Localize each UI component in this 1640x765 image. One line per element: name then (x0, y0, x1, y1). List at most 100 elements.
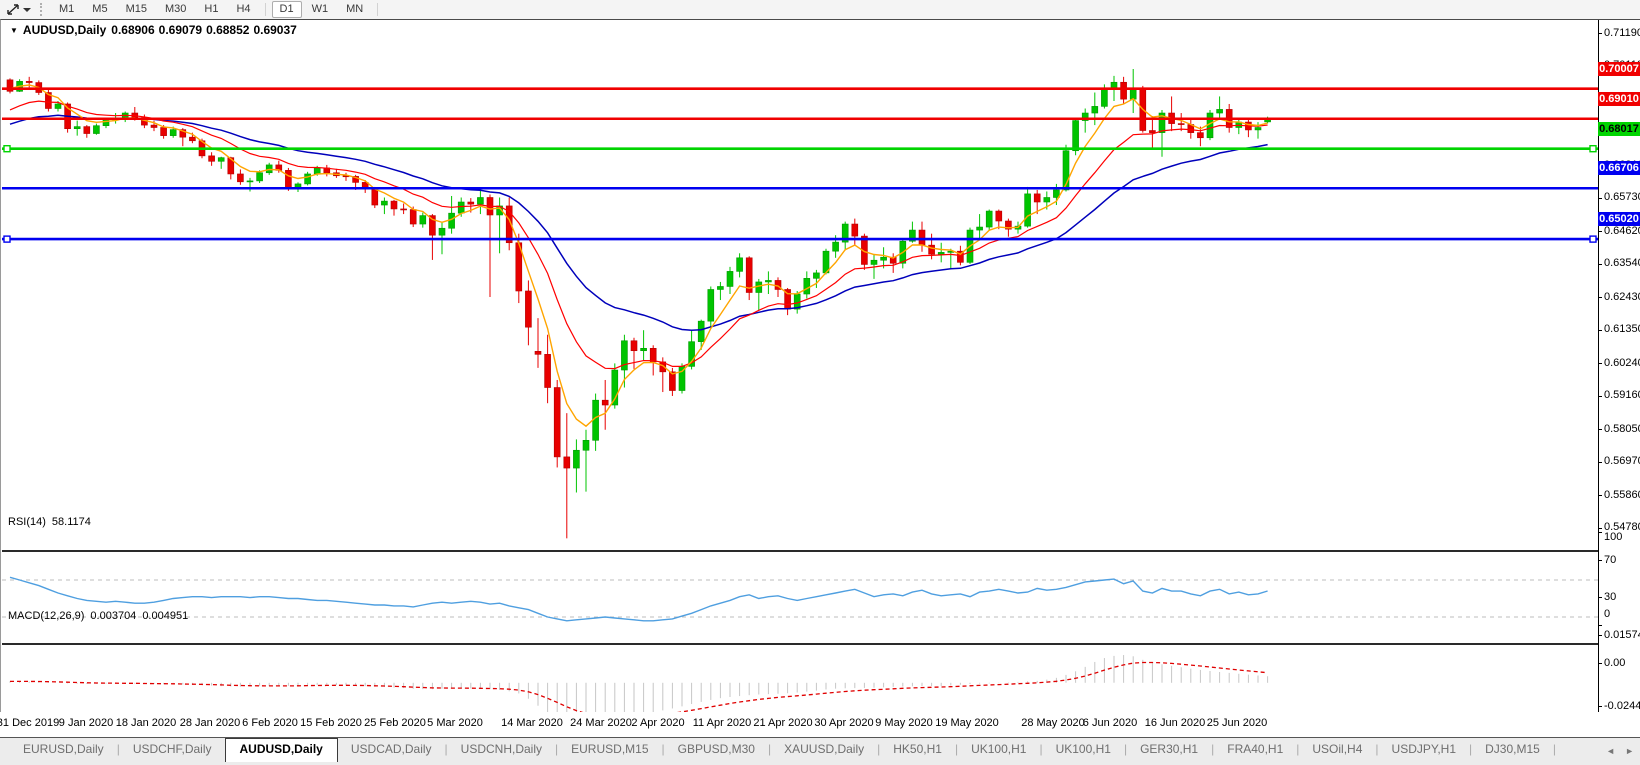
price-level-badge: 0.68017 (1598, 121, 1640, 136)
date-label: 28 Jan 2020 (179, 717, 241, 729)
macd-tick (1598, 662, 1602, 664)
tab-xauusd-daily[interactable]: XAUUSD,Daily (771, 738, 877, 761)
tab-audusd-daily[interactable]: AUDUSD,Daily (224, 738, 338, 762)
price-tick (1598, 495, 1602, 497)
tab-gbpusd-m30[interactable]: GBPUSD,M30 (665, 738, 768, 761)
timeframe-button-d1[interactable]: D1 (271, 1, 302, 18)
date-label: 30 Apr 2020 (814, 717, 874, 729)
line-handle[interactable] (3, 145, 11, 153)
timeframe-button-m5[interactable]: M5 (84, 1, 115, 18)
price-tick-label: 0.61350 (1604, 323, 1640, 336)
price-level-badge: 0.70007 (1598, 61, 1640, 76)
timeframe-button-m1[interactable]: M1 (51, 1, 82, 18)
toolbar: M1 M5 M15 M30 H1 H4 D1 W1 MN (0, 0, 1640, 20)
price-tick-label: 0.63540 (1604, 257, 1640, 270)
date-label: 2 Apr 2020 (631, 717, 685, 729)
tab-uk100-h1[interactable]: UK100,H1 (1043, 738, 1124, 761)
price-tick-label: 0.59160 (1604, 389, 1640, 402)
timeframe-button-h1[interactable]: H1 (196, 1, 226, 18)
macd-tick-label: 0.015741 (1604, 628, 1640, 641)
ohlc-low: 0.68852 (206, 23, 250, 37)
ohlc-high: 0.69079 (158, 23, 203, 37)
macd-signal-line (10, 661, 1268, 719)
line-handle[interactable] (3, 235, 11, 243)
price-level-badge: 0.69010 (1598, 91, 1640, 106)
price-tick (1598, 461, 1602, 463)
ma-fast-line (9, 84, 1268, 428)
time-scale[interactable]: 31 Dec 2019 9 Jan 2020 18 Jan 2020 28 Jan 2… (0, 712, 1640, 737)
tab-eurusd-daily[interactable]: EURUSD,Daily (10, 738, 117, 761)
timeframe-button-h4[interactable]: H4 (228, 1, 258, 18)
chevron-down-icon[interactable] (23, 7, 31, 12)
price-tick (1598, 363, 1602, 365)
macd-value: 0.003704 (90, 610, 137, 622)
rsi-tick (1598, 597, 1602, 599)
ohlc-open: 0.68906 (111, 23, 155, 37)
price-tick (1598, 33, 1602, 34)
date-label: 28 May 2020 (1021, 717, 1085, 729)
tab-usdcad-daily[interactable]: USDCAD,Daily (338, 738, 445, 761)
date-label: 19 May 2020 (935, 717, 999, 729)
tab-dj30-m15[interactable]: DJ30,M15 (1472, 738, 1553, 761)
price-tick (1598, 263, 1602, 265)
tab-eurusd-m15[interactable]: EURUSD,M15 (558, 738, 661, 761)
price-tick-label: 0.64620 (1604, 224, 1640, 237)
candlestick-canvas[interactable] (2, 40, 1599, 550)
price-tick (1598, 527, 1602, 529)
price-level-badge: 0.66706 (1598, 161, 1640, 176)
macd-label: MACD(12,26,9) 0.003704 0.004951 (8, 610, 189, 622)
price-level-badge: 0.65020 (1598, 212, 1640, 227)
price-tick-label: 0.56970 (1604, 455, 1640, 468)
mt4-window: M1 M5 M15 M30 H1 H4 D1 W1 MN ▼ AUDUSD,Daily 0.68… (0, 0, 1640, 765)
timeframe-button-mn[interactable]: MN (338, 1, 371, 18)
tab-uk100-h1[interactable]: UK100,H1 (958, 738, 1039, 761)
macd-tick-label: -0.024412 (1604, 699, 1640, 712)
tab-ger30-h1[interactable]: GER30,H1 (1127, 738, 1211, 761)
chart-window (0, 19, 1640, 732)
rsi-tick (1598, 532, 1602, 534)
rsi-tick-label: 70 (1604, 554, 1617, 567)
rsi-line (9, 576, 1268, 622)
date-label: 21 Apr 2020 (753, 717, 813, 729)
rsi-value: 58.1174 (51, 516, 91, 528)
tab-fra40-h1[interactable]: FRA40,H1 (1214, 738, 1296, 761)
tab-usdcnh-daily[interactable]: USDCNH,Daily (448, 738, 555, 761)
chart-dropdown-icon[interactable]: ▼ (10, 26, 18, 35)
date-label: 16 Jun 2020 (1144, 717, 1206, 729)
date-label: 15 Feb 2020 (300, 717, 362, 729)
price-tick-label: 0.71190 (1604, 26, 1640, 39)
macd-signal-value: 0.004951 (142, 610, 189, 622)
price-chart-panel[interactable] (2, 40, 1599, 552)
timeframe-button-m30[interactable]: M30 (157, 1, 194, 18)
price-tick-label: 0.58050 (1604, 422, 1640, 435)
date-label: 5 Mar 2020 (427, 717, 483, 729)
tab-scroll-left-button[interactable]: ◄ (1606, 746, 1615, 756)
date-label: 18 Jan 2020 (115, 717, 177, 729)
price-tick-label: 0.60240 (1604, 356, 1640, 369)
line-handle[interactable] (1589, 235, 1597, 243)
price-tick (1598, 297, 1602, 299)
line-handle[interactable] (1589, 145, 1597, 153)
date-label: 9 Jan 2020 (58, 717, 114, 729)
price-tick (1598, 329, 1602, 331)
timeframe-button-w1[interactable]: W1 (304, 1, 337, 18)
rsi-canvas[interactable] (2, 552, 1599, 643)
price-tick-label: 0.65730 (1604, 191, 1640, 204)
macd-tick (1598, 634, 1602, 636)
tab-usdjpy-h1[interactable]: USDJPY,H1 (1379, 738, 1469, 761)
tab-scroll-right-button[interactable]: ► (1625, 746, 1634, 756)
price-tick (1598, 231, 1602, 233)
date-label: 9 May 2020 (875, 717, 933, 729)
timeframe-button-m15[interactable]: M15 (118, 1, 155, 18)
price-tick-label: 0.62430 (1604, 290, 1640, 303)
toolbar-grip[interactable] (40, 3, 42, 16)
ma-mid-line (9, 100, 1268, 370)
tab-hk50-h1[interactable]: HK50,H1 (880, 738, 955, 761)
crosshair-arrows-icon[interactable] (4, 2, 22, 17)
tab-usdchf-daily[interactable]: USDCHF,Daily (120, 738, 225, 761)
rsi-panel[interactable] (2, 552, 1599, 645)
date-label: 31 Dec 2019 (0, 717, 60, 729)
rsi-tick (1598, 624, 1602, 626)
tab-usoil-h4[interactable]: USOil,H4 (1299, 738, 1375, 761)
price-tick (1598, 429, 1602, 431)
